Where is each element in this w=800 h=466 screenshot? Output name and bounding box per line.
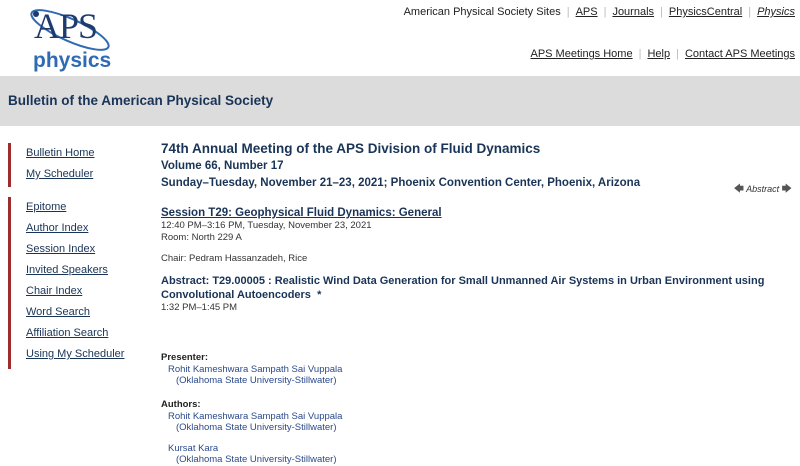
prev-abstract-icon[interactable]: 🡄	[734, 184, 744, 195]
sidebar-item-invited-speakers[interactable]: Invited Speakers	[26, 260, 148, 281]
aps-link[interactable]: APS	[576, 6, 598, 18]
abstract-title: Abstract: T29.00005 : Realistic Wind Dat…	[161, 274, 781, 302]
sidebar-nav: Bulletin Home My Scheduler Epitome Autho…	[8, 143, 148, 369]
site-header: APS physics American Physical Society Si…	[0, 0, 800, 76]
author2-institution: (Oklahoma State University-Stillwater)	[176, 454, 337, 465]
author1-name-link[interactable]: Rohit Kameshwara Sampath Sai Vuppala	[161, 411, 781, 423]
presenter-name-link[interactable]: Rohit Kameshwara Sampath Sai Vuppala	[161, 364, 781, 376]
next-abstract-icon[interactable]: 🡆	[782, 184, 792, 195]
session-title-link[interactable]: Session T29: Geophysical Fluid Dynamics:…	[161, 206, 781, 220]
sidebar-item-affiliation-search[interactable]: Affiliation Search	[26, 323, 148, 344]
sidebar-item-using-my-scheduler[interactable]: Using My Scheduler	[26, 344, 148, 365]
session-chair: Chair: Pedram Hassanzadeh, Rice	[161, 253, 308, 264]
abstract-star[interactable]: *	[317, 289, 321, 301]
meetings-home-link[interactable]: APS Meetings Home	[530, 48, 632, 60]
sidebar-item-epitome[interactable]: Epitome	[26, 197, 148, 218]
meeting-title: 74th Annual Meeting of the APS Division …	[161, 141, 541, 156]
logo-physics-text: physics	[33, 49, 112, 72]
physics-link[interactable]: Physics	[757, 6, 795, 18]
journals-link[interactable]: Journals	[612, 6, 654, 18]
meeting-dates: Sunday–Tuesday, November 21–23, 2021; Ph…	[161, 177, 641, 189]
sidebar-group-primary: Bulletin Home My Scheduler	[8, 143, 148, 187]
sidebar-item-session-index[interactable]: Session Index	[26, 239, 148, 260]
presenter-label: Presenter:	[161, 351, 208, 363]
author1-institution: (Oklahoma State University-Stillwater)	[176, 422, 337, 433]
author2-name-link[interactable]: Kursat Kara	[161, 443, 781, 455]
contact-link[interactable]: Contact APS Meetings	[685, 48, 795, 60]
abstract-time: 1:32 PM–1:45 PM	[161, 302, 238, 313]
aps-physics-logo[interactable]: APS physics	[26, 4, 118, 74]
logo-aps-text: APS	[34, 6, 98, 46]
session-time: 12:40 PM–3:16 PM, Tuesday, November 23, …	[161, 220, 372, 231]
presenter-institution: (Oklahoma State University-Stillwater)	[176, 375, 337, 386]
sidebar-item-chair-index[interactable]: Chair Index	[26, 281, 148, 302]
sidebar-item-author-index[interactable]: Author Index	[26, 218, 148, 239]
volume-line: Volume 66, Number 17	[161, 160, 284, 172]
help-link[interactable]: Help	[647, 48, 670, 60]
abstract-nav-label: Abstract	[746, 184, 780, 194]
top-links: American Physical Society Sites | APS | Jour…	[403, 6, 795, 18]
main-content: 74th Annual Meeting of the APS Division …	[161, 140, 781, 466]
abstract-nav: 🡄 Abstract 🡆	[734, 182, 792, 199]
sidebar-group-secondary: Epitome Author Index Session Index Invit…	[8, 197, 148, 369]
sidebar-item-bulletin-home[interactable]: Bulletin Home	[26, 143, 148, 164]
sidebar-item-my-scheduler[interactable]: My Scheduler	[26, 164, 148, 185]
authors-label: Authors:	[161, 398, 201, 410]
session-room: Room: North 229 A	[161, 231, 242, 243]
bulletin-band: Bulletin of the American Physical Societ…	[0, 76, 800, 126]
sidebar-item-word-search[interactable]: Word Search	[26, 302, 148, 323]
abstract-title-text: Abstract: T29.00005 : Realistic Wind Dat…	[161, 275, 765, 301]
bulletin-title: Bulletin of the American Physical Societ…	[8, 93, 274, 108]
aps-sites-label: American Physical Society Sites	[403, 6, 561, 18]
physicscentral-link[interactable]: PhysicsCentral	[669, 6, 742, 18]
meeting-links: APS Meetings Home | Help | Contact APS Meeti…	[530, 48, 795, 60]
